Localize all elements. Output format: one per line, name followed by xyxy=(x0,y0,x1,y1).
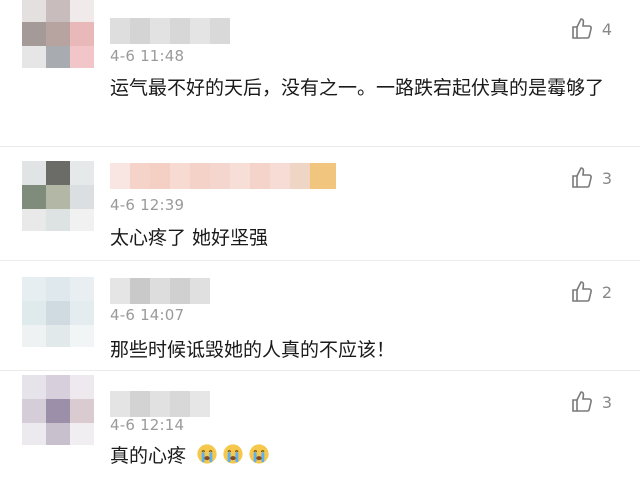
thumbs-up-icon xyxy=(572,281,592,302)
avatar[interactable] xyxy=(22,161,94,231)
like-button[interactable]: 2 xyxy=(570,280,612,304)
like-count: 3 xyxy=(601,392,612,412)
username-blurred[interactable] xyxy=(110,278,210,304)
thumbs-up-icon xyxy=(572,391,592,412)
username-blurred[interactable] xyxy=(110,18,230,44)
username-blurred[interactable] xyxy=(110,163,336,189)
crying-face-icon xyxy=(248,443,270,465)
avatar[interactable] xyxy=(22,375,94,445)
avatar[interactable] xyxy=(22,277,94,347)
username-blurred[interactable] xyxy=(110,391,210,417)
like-count: 3 xyxy=(601,168,612,188)
comment-timestamp: 4-6 11:48 xyxy=(110,47,185,65)
comment-timestamp: 4-6 12:14 xyxy=(110,416,185,434)
thumbs-up-icon xyxy=(572,18,592,39)
comment-text-content: 真的心疼 xyxy=(110,445,187,467)
comment-item: 4-6 12:39 太心疼了 她好坚强 3 xyxy=(0,146,640,261)
avatar[interactable] xyxy=(22,0,94,68)
comment-text: 那些时候诋毁她的人真的不应该！ xyxy=(110,339,396,361)
comment-text: 太心疼了 她好坚强 xyxy=(110,227,269,249)
crying-face-icon xyxy=(222,443,244,465)
comment-timestamp: 4-6 14:07 xyxy=(110,306,185,324)
comment-timestamp: 4-6 12:39 xyxy=(110,196,185,214)
like-button[interactable]: 4 xyxy=(570,17,612,41)
comment-text: 真的心疼 xyxy=(110,441,610,472)
like-count: 4 xyxy=(601,19,612,39)
comment-item: 4-6 12:14 真的心疼 3 xyxy=(0,370,640,480)
comment-item: 4-6 11:48 运气最不好的天后，没有之一。一路跌宕起伏真的是霉够了 4 xyxy=(0,0,640,146)
like-button[interactable]: 3 xyxy=(570,166,612,190)
like-count: 2 xyxy=(601,282,612,302)
thumbs-up-icon xyxy=(572,167,592,188)
comment-text: 运气最不好的天后，没有之一。一路跌宕起伏真的是霉够了 xyxy=(110,77,605,99)
comment-item: 4-6 14:07 那些时候诋毁她的人真的不应该！ 2 xyxy=(0,260,640,371)
like-button[interactable]: 3 xyxy=(570,390,612,414)
crying-face-icon xyxy=(196,443,218,465)
